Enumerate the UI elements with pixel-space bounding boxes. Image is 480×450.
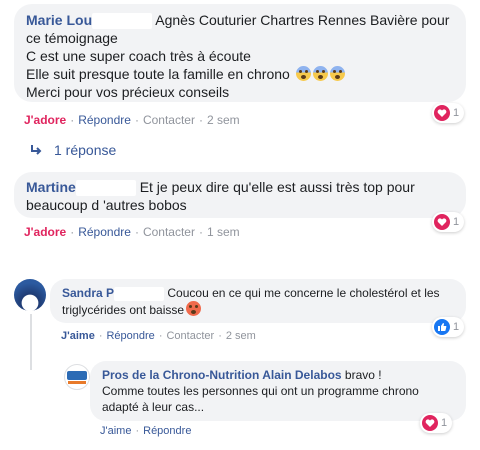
comment-text-line: ce témoignage bbox=[26, 30, 118, 47]
reaction-summary[interactable]: 1 bbox=[420, 413, 453, 433]
contact-button[interactable]: Contacter bbox=[166, 330, 214, 342]
comment-body: Sandra P Coucou en ce qui me concerne le… bbox=[62, 285, 458, 318]
comment-text-line: Et je peux dire qu'elle est aussi très t… bbox=[139, 179, 415, 195]
timestamp[interactable]: 2 sem bbox=[207, 113, 240, 127]
comment-text-line: bravo ! bbox=[344, 368, 382, 382]
face-screaming-emoji bbox=[295, 66, 311, 82]
reaction-count: 1 bbox=[453, 321, 460, 333]
reaction-count: 1 bbox=[441, 417, 448, 429]
comment-text-line: triglycérides ont baisse bbox=[62, 303, 185, 317]
view-replies-link[interactable]: 1 réponse bbox=[30, 142, 116, 158]
comment-actions: J'aime · Répondre bbox=[100, 425, 192, 437]
avatar[interactable] bbox=[14, 279, 46, 311]
comment-actions: J'aime · Répondre · Contacter · 2 sem bbox=[61, 330, 256, 342]
comment-body: Martine Et je peux dire qu'elle est auss… bbox=[26, 178, 458, 214]
redacted-name bbox=[114, 286, 165, 301]
face-screaming-emoji bbox=[329, 66, 345, 82]
heart-icon bbox=[434, 214, 450, 230]
comment-text-line: beaucoup d 'autres bobos bbox=[26, 197, 187, 214]
reply-button[interactable]: Répondre bbox=[106, 330, 154, 342]
comment-text-line: C est une super coach très à écoute bbox=[26, 48, 251, 65]
redacted-name bbox=[92, 13, 153, 30]
reaction-summary[interactable]: 1 bbox=[432, 103, 465, 123]
comment-author[interactable]: Martine bbox=[26, 179, 76, 195]
reaction-count: 1 bbox=[453, 107, 460, 119]
reaction-button[interactable]: J'adore bbox=[24, 225, 66, 239]
redacted-name bbox=[75, 180, 136, 197]
reaction-button[interactable]: J'aime bbox=[100, 425, 131, 437]
comment-author[interactable]: Marie Lou bbox=[26, 12, 92, 28]
reaction-summary[interactable]: 1 bbox=[432, 212, 465, 232]
reply-arrow-icon bbox=[31, 145, 42, 155]
comment-author[interactable]: Sandra P bbox=[62, 286, 114, 300]
thread-line bbox=[30, 314, 32, 370]
face-screaming-emoji bbox=[312, 66, 328, 82]
timestamp[interactable]: 1 sem bbox=[207, 225, 240, 239]
comment-actions: J'adore · Répondre · Contacter · 1 sem bbox=[24, 225, 240, 239]
comment-text-line: adapté à leur cas... bbox=[102, 400, 205, 414]
replies-count[interactable]: 1 réponse bbox=[54, 142, 116, 158]
heart-icon bbox=[422, 415, 438, 431]
reply-button[interactable]: Répondre bbox=[78, 225, 131, 239]
timestamp[interactable]: 2 sem bbox=[226, 330, 256, 342]
contact-button[interactable]: Contacter bbox=[143, 225, 195, 239]
comment-text-line: Merci pour vos précieux conseils bbox=[26, 84, 230, 101]
comment-author[interactable]: Pros de la Chrono-Nutrition Alain Delabo… bbox=[102, 368, 342, 382]
reply-button[interactable]: Répondre bbox=[78, 113, 131, 127]
comment-actions: J'adore · Répondre · Contacter · 2 sem bbox=[24, 113, 240, 127]
comment-text-line: Agnès Couturier Chartres Rennes Bavière … bbox=[155, 12, 450, 28]
thumbs-up-icon bbox=[434, 319, 450, 335]
reaction-button[interactable]: J'adore bbox=[24, 113, 66, 127]
avatar[interactable] bbox=[64, 364, 90, 390]
heart-icon bbox=[434, 105, 450, 121]
reaction-count: 1 bbox=[453, 216, 460, 228]
comment-bubble: Martine Et je peux dire qu'elle est auss… bbox=[14, 172, 466, 218]
comment-text-line: Comme toutes les personnes qui ont un pr… bbox=[102, 384, 419, 398]
comment-bubble: Marie Lou Agnès Couturier Chartres Renne… bbox=[14, 4, 466, 102]
comment-text-line: Coucou en ce qui me concerne le cholesté… bbox=[167, 286, 440, 300]
reaction-summary[interactable]: 1 bbox=[432, 317, 465, 337]
contact-button[interactable]: Contacter bbox=[143, 113, 195, 127]
reaction-button[interactable]: J'aime bbox=[61, 330, 95, 342]
comment-bubble: Pros de la Chrono-Nutrition Alain Delabo… bbox=[90, 361, 466, 421]
comment-bubble: Sandra P Coucou en ce qui me concerne le… bbox=[50, 279, 466, 323]
comment-text-line: Elle suit presque toute la famille en ch… bbox=[26, 66, 290, 83]
heart-eyes-emoji bbox=[186, 301, 202, 316]
comment-body: Marie Lou Agnès Couturier Chartres Renne… bbox=[26, 11, 458, 101]
reply-button[interactable]: Répondre bbox=[143, 425, 191, 437]
comment-body: Pros de la Chrono-Nutrition Alain Delabo… bbox=[102, 367, 458, 415]
